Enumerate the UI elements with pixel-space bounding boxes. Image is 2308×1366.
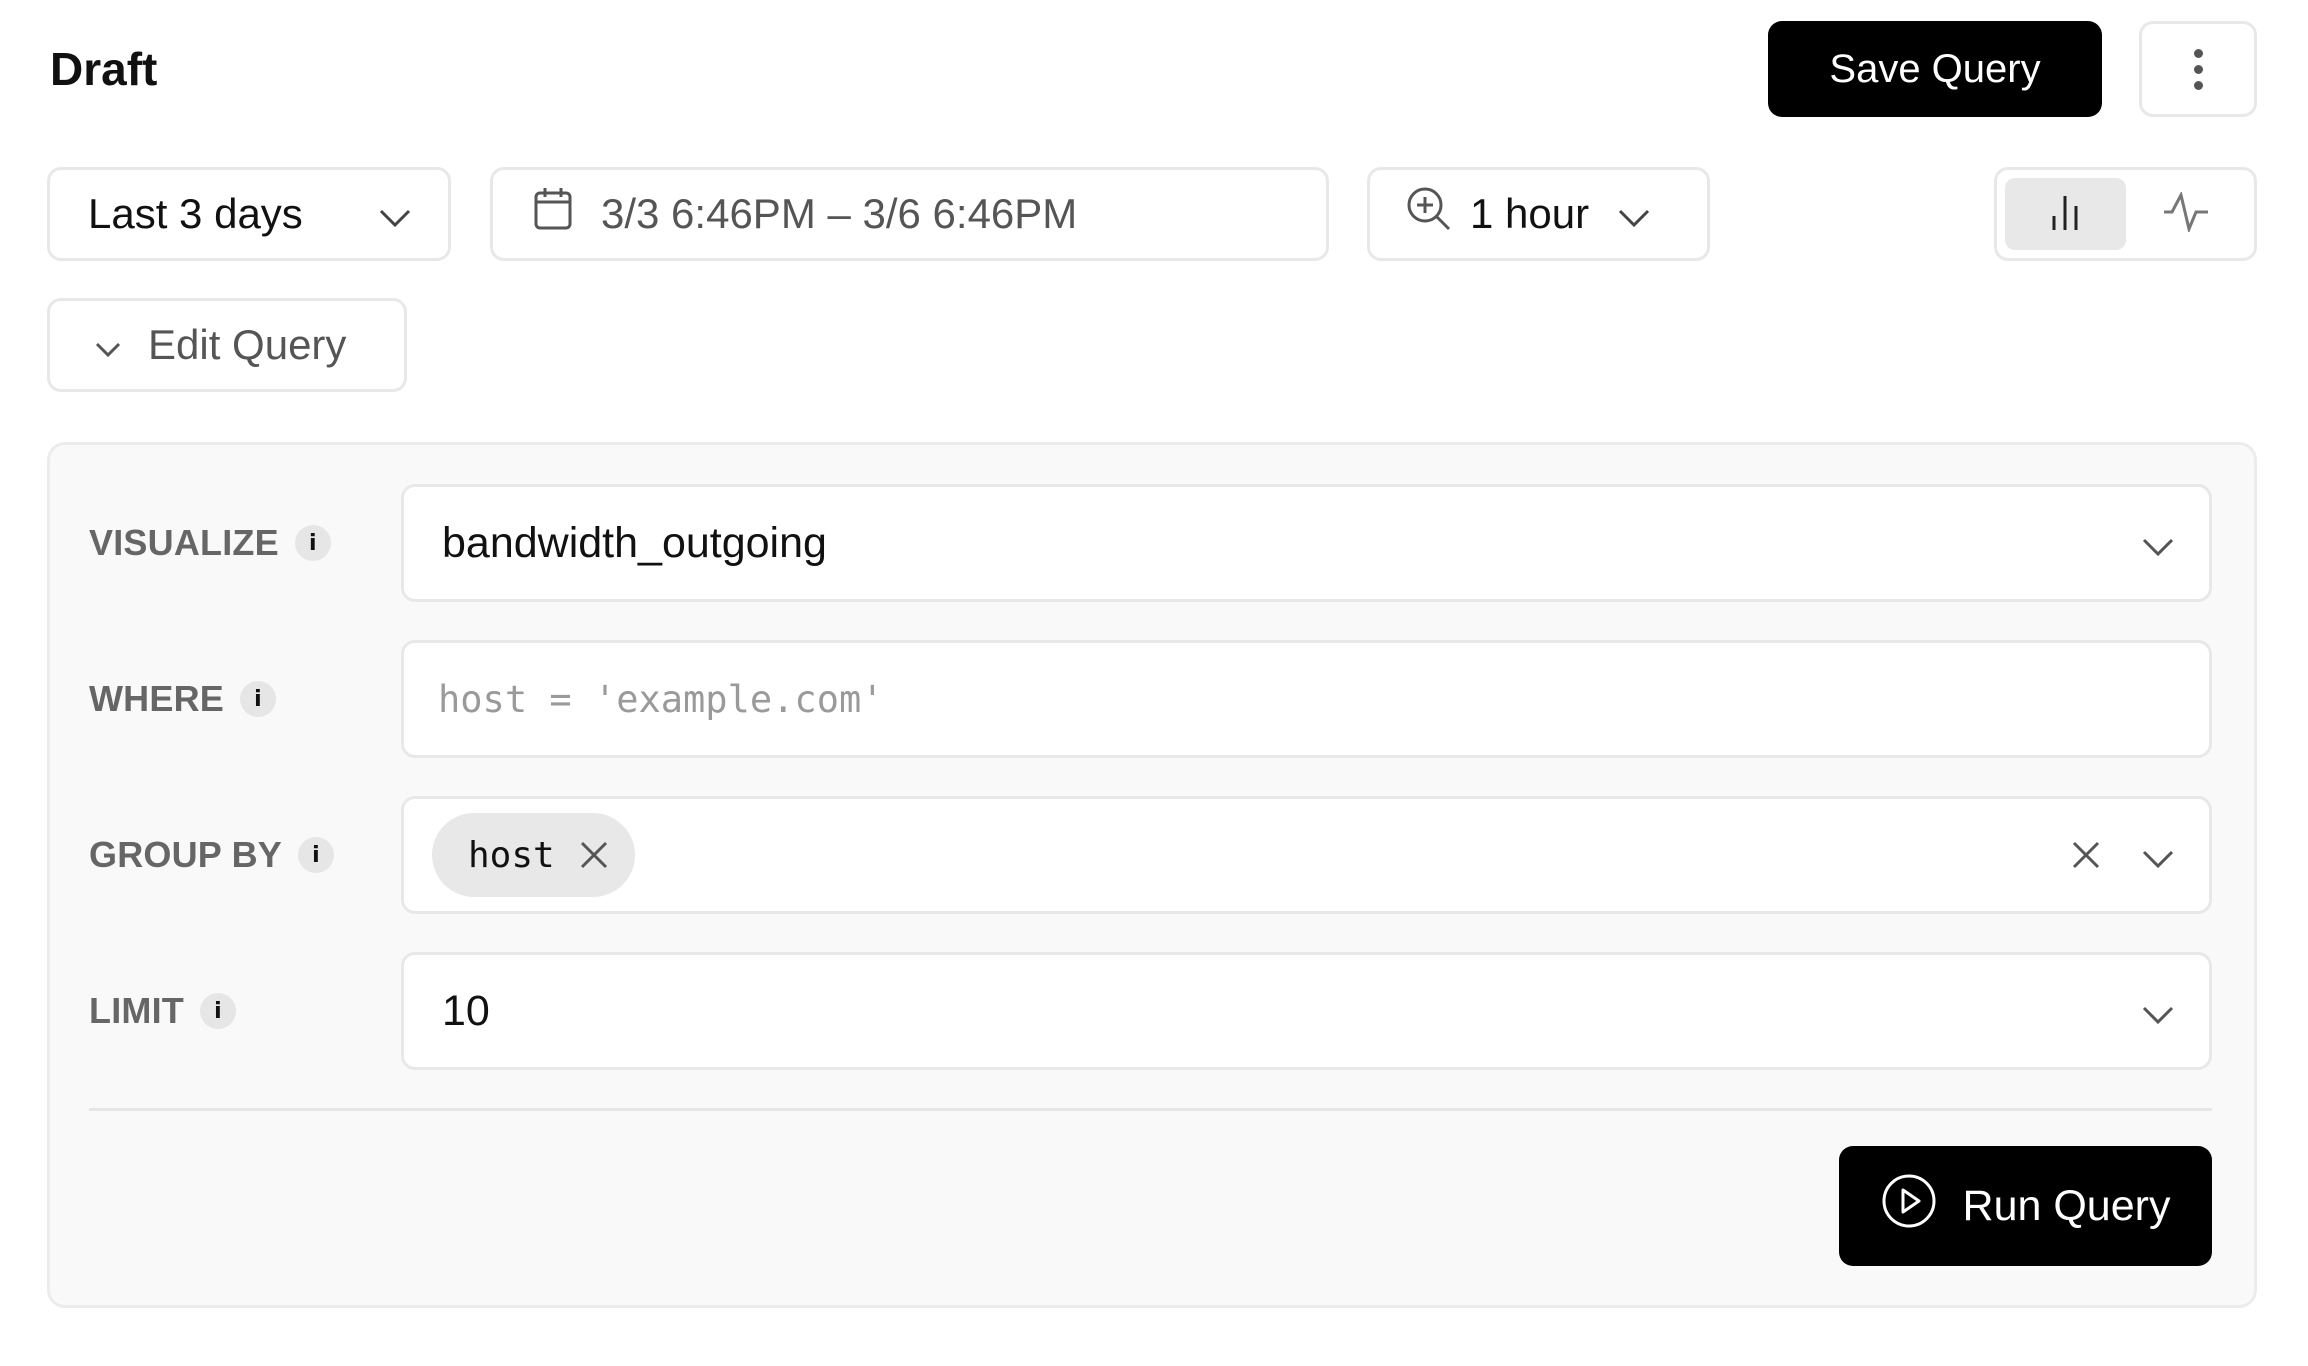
line-chart-icon (2163, 190, 2209, 237)
limit-value: 10 (442, 986, 490, 1035)
info-icon[interactable]: i (294, 525, 331, 561)
bar-chart-icon (2048, 192, 2082, 237)
granularity-label: 1 hour (1470, 190, 1590, 237)
clear-icon[interactable] (2071, 840, 2101, 870)
limit-label: LIMIT i (89, 990, 236, 1031)
chevron-down-icon (94, 321, 122, 369)
limit-label-text: LIMIT (89, 990, 184, 1031)
where-label-text: WHERE (89, 678, 224, 719)
play-circle-icon (1881, 1173, 1963, 1240)
chevron-down-icon (378, 190, 412, 238)
chevron-down-icon (2141, 831, 2175, 880)
kebab-vertical-icon (2193, 48, 2203, 90)
limit-select[interactable]: 10 (401, 952, 2212, 1070)
line-chart-toggle[interactable] (2126, 178, 2247, 250)
granularity-select[interactable]: 1 hour (1367, 167, 1710, 261)
divider (89, 1108, 2212, 1111)
info-icon[interactable]: i (297, 837, 334, 873)
chevron-down-icon (1617, 190, 1651, 238)
remove-chip-icon[interactable] (579, 840, 609, 870)
time-range-select[interactable]: Last 3 days (47, 167, 451, 261)
chevron-down-icon (2141, 519, 2175, 568)
save-query-label: Save Query (1829, 46, 2041, 91)
group-by-label: GROUP BY i (89, 834, 334, 875)
edit-query-label: Edit Query (148, 321, 347, 368)
page-title: Draft (50, 43, 158, 95)
run-query-button[interactable]: Run Query (1839, 1146, 2212, 1266)
group-by-label-text: GROUP BY (89, 834, 282, 875)
where-field[interactable] (401, 640, 2212, 758)
edit-query-toggle[interactable]: Edit Query (47, 298, 407, 392)
where-label: WHERE i (89, 678, 276, 719)
zoom-in-icon (1406, 186, 1452, 242)
visualize-select[interactable]: bandwidth_outgoing (401, 484, 2212, 602)
visualize-label: VISUALIZE i (89, 522, 331, 563)
date-range-label: 3/3 6:46PM – 3/6 6:46PM (601, 190, 1078, 237)
bar-chart-toggle[interactable] (2005, 178, 2126, 250)
info-icon[interactable]: i (240, 681, 276, 717)
more-options-button[interactable] (2139, 21, 2257, 117)
calendar-icon (533, 187, 601, 241)
visualize-value: bandwidth_outgoing (442, 518, 827, 567)
visualize-label-text: VISUALIZE (89, 522, 279, 563)
info-icon[interactable]: i (199, 993, 236, 1029)
chart-type-toggle (1994, 167, 2257, 261)
group-by-select[interactable]: host (401, 796, 2212, 914)
run-query-label: Run Query (1962, 1181, 2171, 1230)
where-input[interactable] (436, 676, 2175, 722)
save-query-button[interactable]: Save Query (1768, 21, 2102, 117)
group-by-chip: host (432, 813, 635, 897)
time-range-label: Last 3 days (88, 190, 303, 237)
chip-label: host (468, 834, 555, 876)
date-range-picker[interactable]: 3/3 6:46PM – 3/6 6:46PM (490, 167, 1329, 261)
chevron-down-icon (2141, 987, 2175, 1036)
